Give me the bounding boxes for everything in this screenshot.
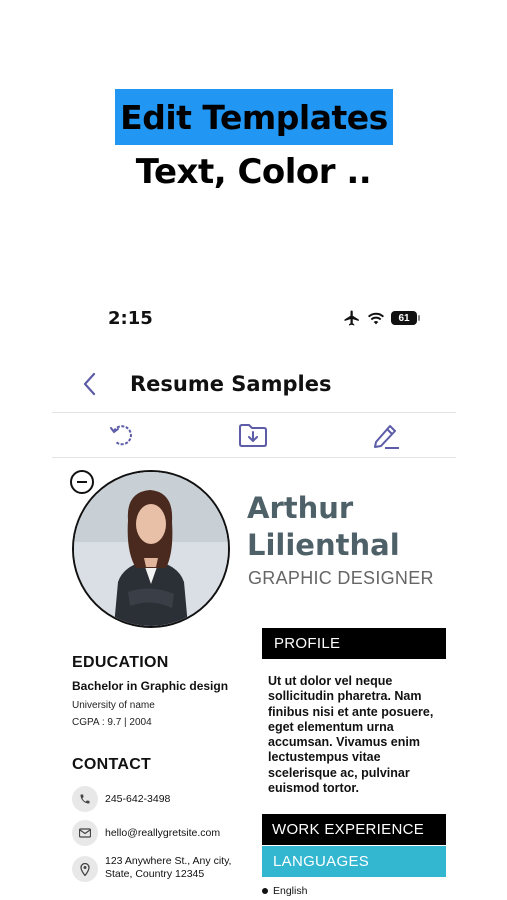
education-university[interactable]: University of name [72, 700, 155, 711]
refresh-icon [110, 425, 132, 446]
first-name[interactable]: Arthur [247, 490, 400, 527]
bullet-icon [262, 888, 268, 894]
contact-email[interactable]: hello@reallygretsite.com [105, 827, 220, 840]
minus-icon [77, 481, 87, 483]
education-cgpa[interactable]: CGPA : 9.7 | 2004 [72, 717, 152, 728]
page-title: Resume Samples [130, 372, 332, 396]
edit-button[interactable] [371, 420, 401, 450]
language-item[interactable]: English [262, 885, 307, 897]
save-to-folder-button[interactable] [238, 420, 268, 450]
status-icons: 61 [343, 309, 420, 327]
language-label[interactable]: English [273, 885, 307, 897]
promo-subtitle: Text, Color .. [135, 152, 372, 192]
refresh-button[interactable] [107, 420, 137, 450]
battery-icon: 61 [391, 311, 420, 325]
education-heading[interactable]: EDUCATION [72, 654, 169, 672]
edit-pencil-icon [374, 425, 399, 449]
profile-text[interactable]: Ut ut dolor vel neque sollicitudin phare… [268, 674, 448, 796]
location-pin-icon [72, 856, 98, 882]
status-time: 2:15 [108, 308, 153, 329]
work-experience-heading[interactable]: WORK EXPERIENCE [262, 814, 446, 845]
mail-icon [72, 820, 98, 846]
profile-photo[interactable] [72, 470, 230, 628]
divider [52, 412, 456, 413]
profile-heading[interactable]: PROFILE [262, 628, 446, 659]
contact-heading[interactable]: CONTACT [72, 756, 151, 774]
contact-address[interactable]: 123 Anywhere St., Any city, State, Count… [105, 855, 231, 881]
portrait-image [74, 472, 228, 626]
promo-title: Edit Templates [115, 89, 393, 145]
download-folder-icon [239, 424, 267, 447]
resume-role[interactable]: GRAPHIC DESIGNER [248, 568, 434, 589]
resume-name[interactable]: Arthur Lilienthal [247, 490, 400, 564]
airplane-icon [344, 310, 359, 326]
phone-icon [72, 786, 98, 812]
remove-photo-button[interactable] [70, 470, 94, 494]
back-button[interactable] [78, 370, 102, 398]
languages-heading[interactable]: LANGUAGES [262, 846, 446, 877]
last-name[interactable]: Lilienthal [247, 527, 400, 564]
wifi-icon [367, 312, 385, 325]
address-line-1[interactable]: 123 Anywhere St., Any city, [105, 855, 231, 868]
contact-phone[interactable]: 245-642-3498 [105, 793, 170, 806]
divider [52, 457, 456, 458]
address-line-2[interactable]: State, Country 12345 [105, 868, 231, 881]
education-degree[interactable]: Bachelor in Graphic design [72, 679, 228, 693]
battery-level: 61 [398, 312, 410, 324]
chevron-left-icon [83, 372, 96, 396]
